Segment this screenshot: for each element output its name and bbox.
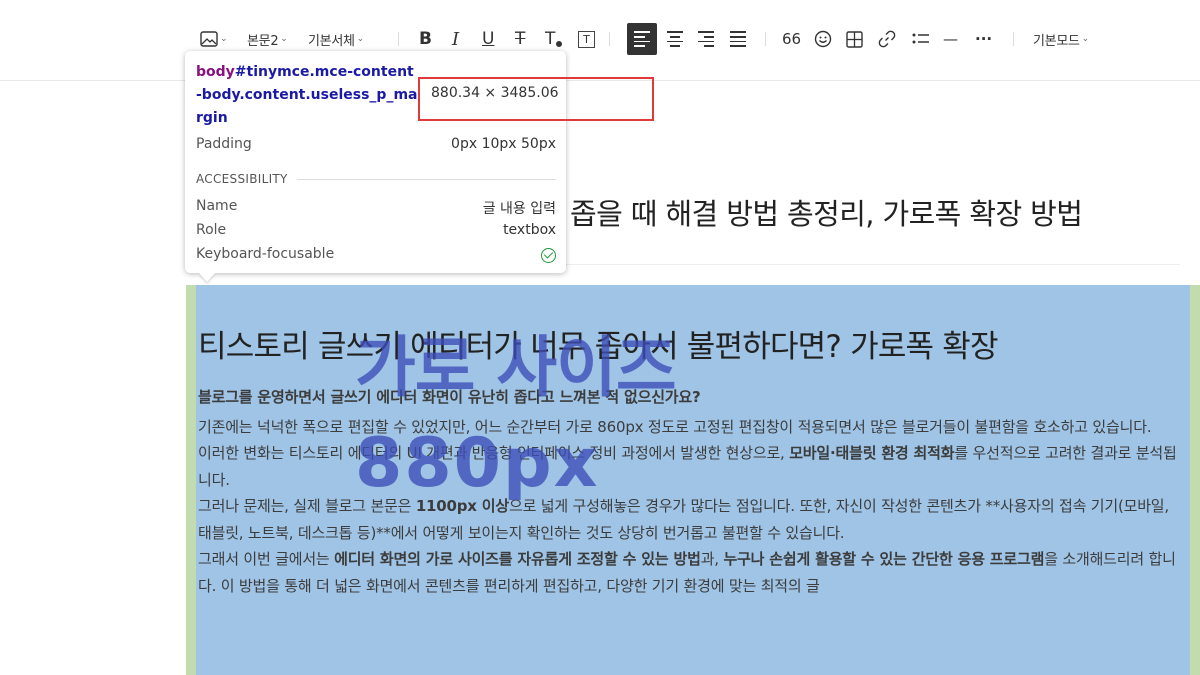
- editor-mode-dropdown[interactable]: 기본모드 ⌄: [1033, 26, 1089, 52]
- toolbar-divider: [1013, 32, 1014, 46]
- color-dot-icon: [556, 41, 563, 47]
- paragraph-text: 그래서 이번 글에서는: [198, 550, 335, 568]
- check-circle-icon: [541, 248, 556, 263]
- align-left-button[interactable]: [627, 23, 657, 55]
- text-color-button[interactable]: T: [545, 26, 563, 52]
- a11y-name-label: Name: [196, 198, 238, 214]
- chevron-down-icon: ⌄: [356, 34, 365, 44]
- paragraph-text: 과,: [700, 550, 724, 568]
- link-icon: [878, 30, 896, 48]
- selector-tag: body: [196, 64, 235, 80]
- table-icon: [846, 30, 863, 48]
- paragraph-style-label: 본문2: [247, 33, 279, 49]
- paragraph-bold-text: 누구나 손쉽게 활용할 수 있는 간단한 응용 프로그램: [723, 550, 1045, 568]
- a11y-role-label: Role: [196, 222, 227, 238]
- editor-toolbar: ⌄ 본문2 ⌄ 기본서체 ⌄ B I U T T T 66 — ··· 기본모드…: [0, 0, 1200, 81]
- font-family-label: 기본서체: [308, 33, 355, 49]
- a11y-focusable-label: Keyboard-focusable: [196, 246, 335, 262]
- image-icon: [200, 31, 218, 47]
- size-annotation-label: 가로 사이즈: [355, 329, 677, 406]
- bold-button[interactable]: B: [419, 26, 432, 52]
- chevron-down-icon: ⌄: [1081, 34, 1090, 44]
- text-background-button[interactable]: T: [578, 26, 595, 52]
- padding-value: 0px 10px 50px: [451, 136, 556, 152]
- toolbar-divider: [398, 32, 399, 46]
- text-color-label: T: [545, 29, 556, 49]
- emoji-icon: [814, 30, 832, 48]
- chevron-down-icon: ⌄: [220, 34, 228, 44]
- list-icon: [912, 33, 929, 44]
- a11y-role-row: Role textbox: [196, 222, 556, 238]
- editor-mode-label: 기본모드: [1033, 33, 1080, 49]
- align-justify-button[interactable]: [730, 26, 746, 52]
- chevron-down-icon: ⌄: [280, 34, 288, 44]
- size-annotation-value: 880px: [355, 424, 600, 503]
- insert-image-button[interactable]: ⌄: [200, 26, 228, 52]
- align-right-icon: [698, 31, 714, 47]
- dimension-callout-box: [418, 77, 654, 121]
- align-center-icon: [667, 31, 683, 47]
- paragraph-bold-text: 에디터 화면의 가로 사이즈를 자유롭게 조정할 수 있는 방법: [334, 550, 701, 568]
- align-justify-icon: [730, 31, 746, 47]
- a11y-name-value: 글 내용 입력: [482, 201, 556, 217]
- toolbar-divider: [765, 32, 766, 46]
- a11y-role-value: textbox: [503, 222, 556, 238]
- emoji-button[interactable]: [814, 26, 832, 52]
- table-button[interactable]: [846, 26, 863, 52]
- tooltip-arrow: [199, 273, 215, 282]
- text-background-label: T: [578, 30, 595, 48]
- paragraph-style-dropdown[interactable]: 본문2 ⌄: [247, 26, 288, 52]
- paragraph-4: 그래서 이번 글에서는 에디터 화면의 가로 사이즈를 자유롭게 조정할 수 있…: [198, 546, 1183, 599]
- padding-row: Padding 0px 10px 50px: [196, 136, 556, 152]
- quote-button[interactable]: 66: [782, 26, 801, 52]
- accessibility-divider: [297, 179, 556, 180]
- toolbar-divider: [609, 32, 610, 46]
- a11y-focusable-row: Keyboard-focusable: [196, 246, 556, 263]
- more-options-button[interactable]: ···: [975, 26, 992, 52]
- element-selector: body#tinymce.mce-content-body.content.us…: [196, 61, 418, 130]
- link-button[interactable]: [878, 26, 896, 52]
- align-left-icon: [634, 31, 650, 47]
- post-title[interactable]: 좁을 때 해결 방법 총정리, 가로폭 확장 방법: [570, 191, 1083, 233]
- align-right-button[interactable]: [698, 26, 714, 52]
- italic-button[interactable]: I: [452, 26, 459, 52]
- strikethrough-button[interactable]: T: [515, 26, 525, 52]
- align-center-button[interactable]: [667, 26, 683, 52]
- horizontal-rule-button[interactable]: —: [943, 26, 958, 52]
- underline-button[interactable]: U: [482, 26, 494, 52]
- font-family-dropdown[interactable]: 기본서체 ⌄: [308, 26, 364, 52]
- a11y-name-row: Name 글 내용 입력: [196, 198, 556, 218]
- accessibility-header: ACCESSIBILITY: [196, 172, 288, 186]
- padding-label: Padding: [196, 136, 252, 152]
- bullet-list-button[interactable]: [912, 26, 930, 52]
